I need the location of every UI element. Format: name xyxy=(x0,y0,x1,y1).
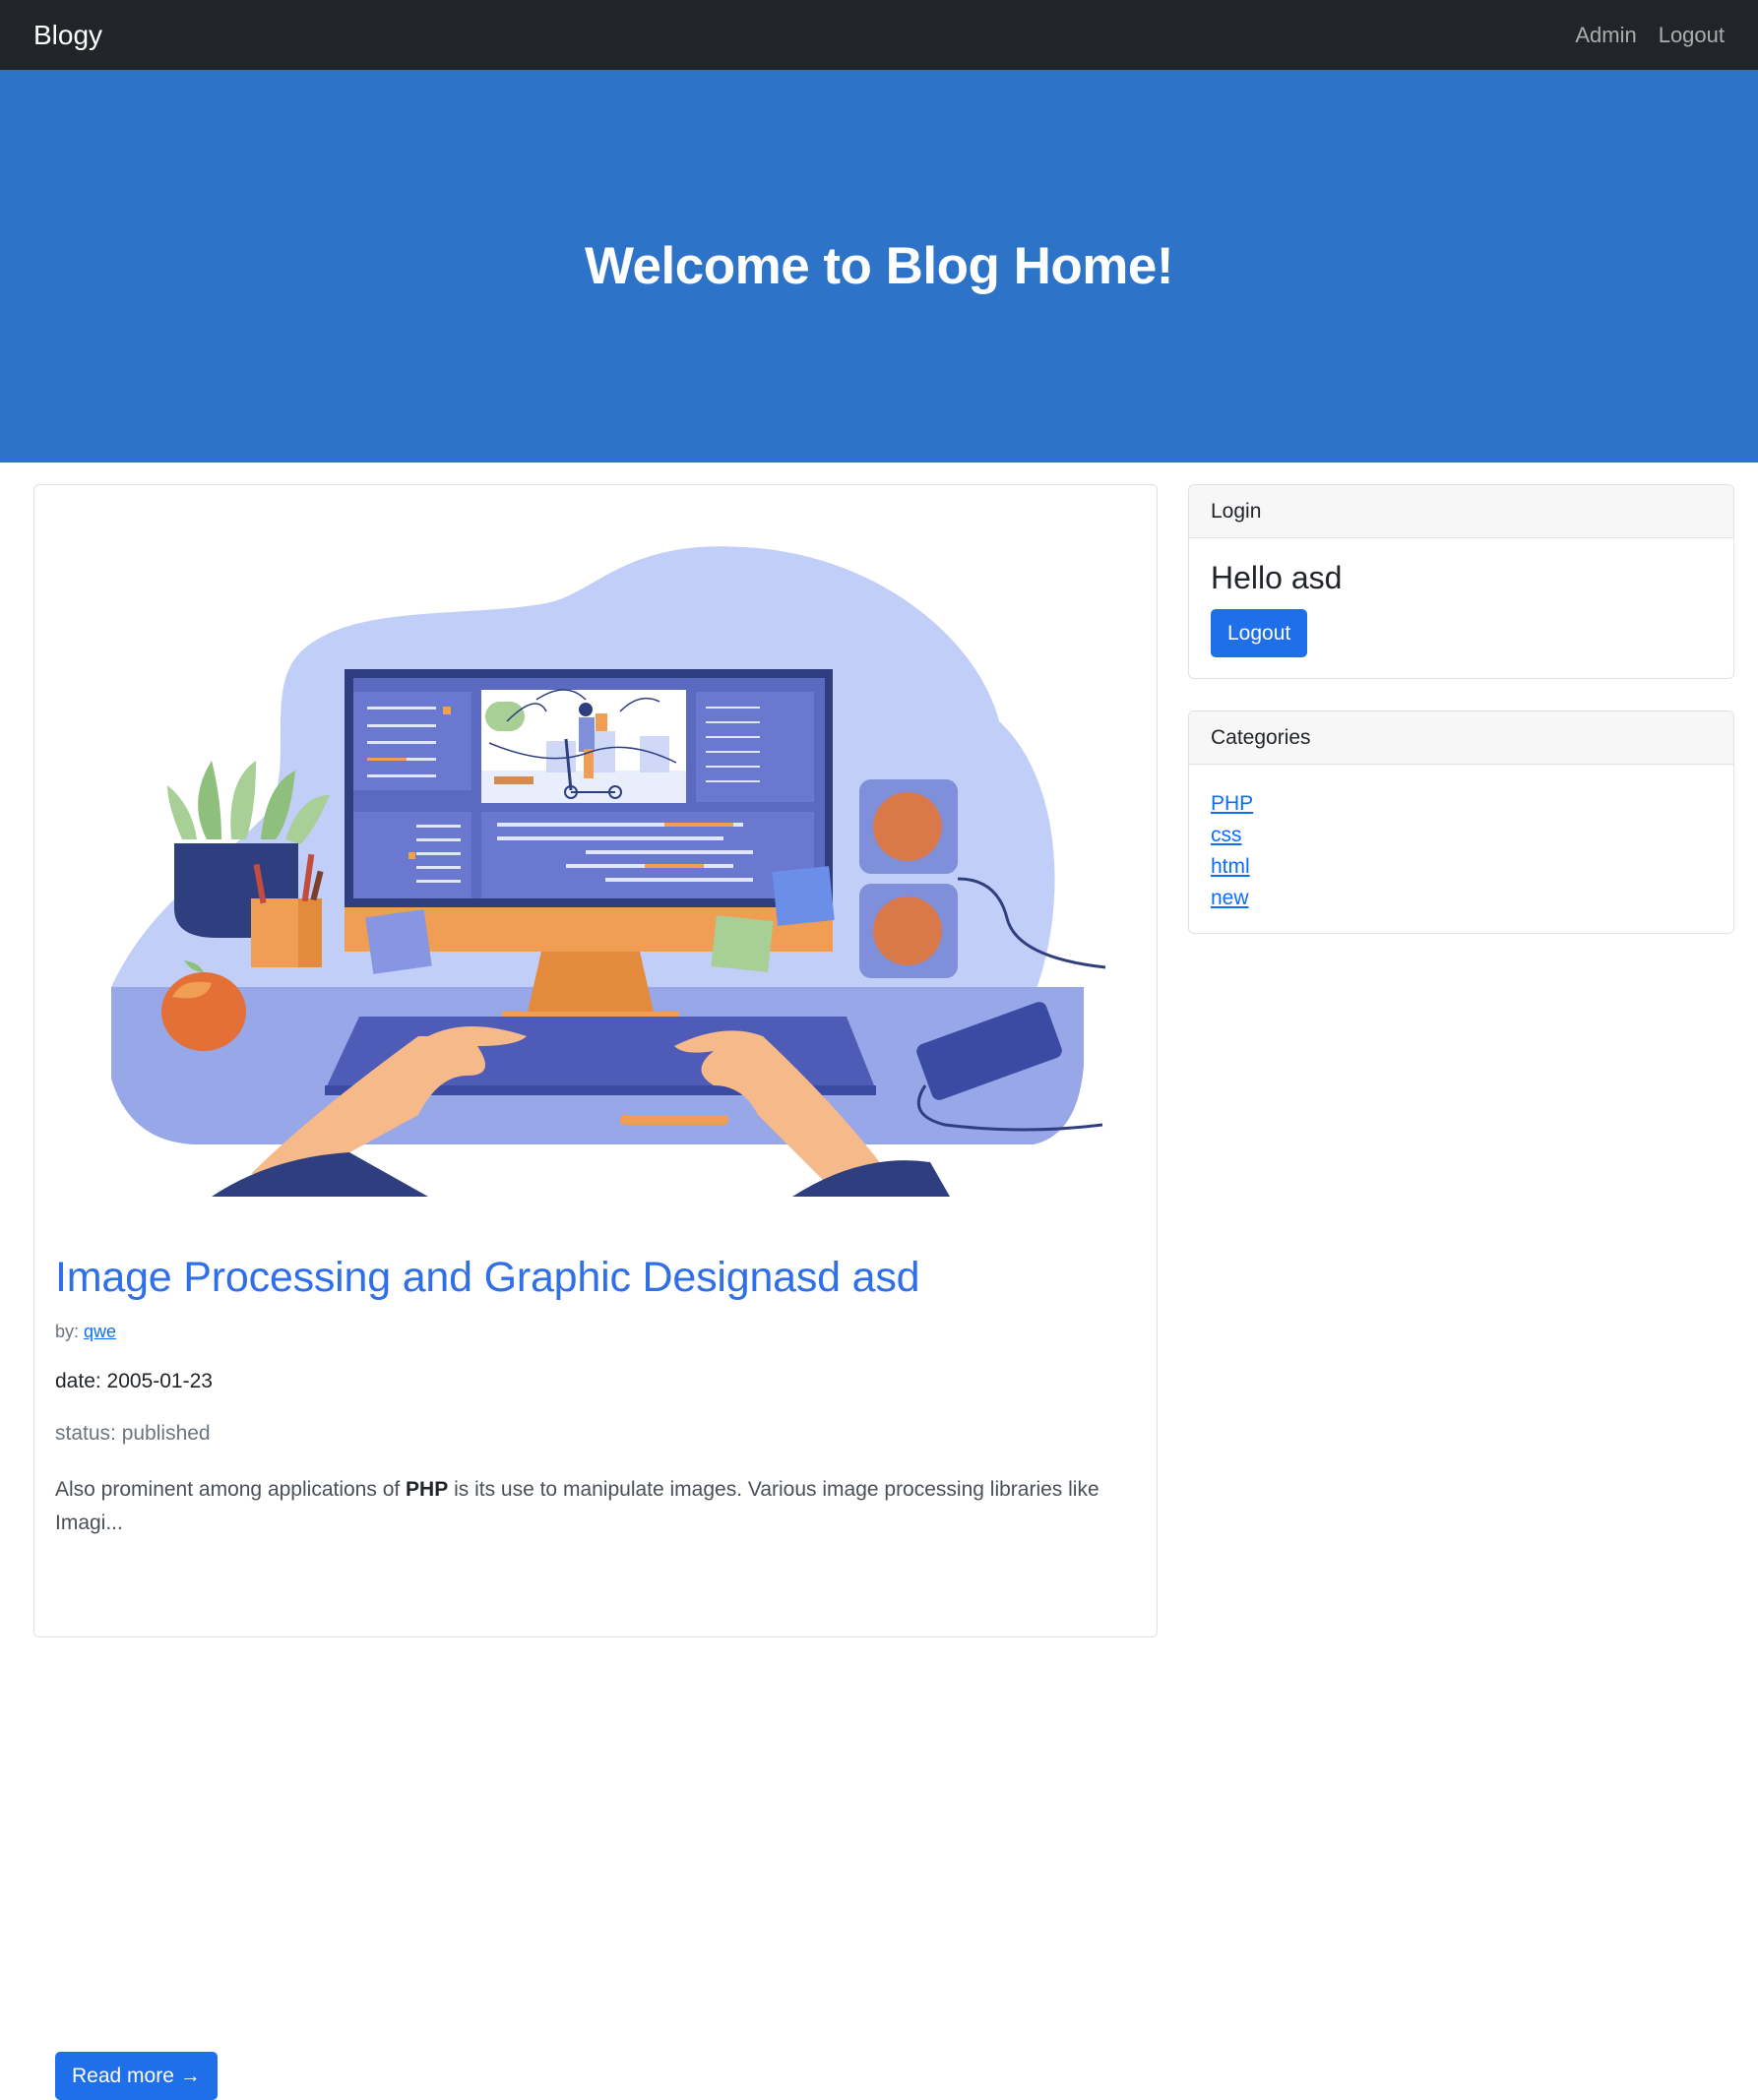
nav-admin-link[interactable]: Admin xyxy=(1575,23,1636,48)
category-item: css xyxy=(1211,820,1253,851)
post-image[interactable] xyxy=(34,485,1157,1197)
top-navbar: Blogy Admin Logout xyxy=(0,0,1758,70)
category-item: new xyxy=(1211,883,1253,914)
excerpt-text-start: Also prominent among applications of xyxy=(55,1478,407,1501)
excerpt-bold-term: PHP xyxy=(406,1478,449,1501)
post-title-link[interactable]: Image Processing and Graphic Designasd a… xyxy=(55,1253,1138,1304)
category-list: PHP css html new xyxy=(1211,788,1253,914)
read-more-button[interactable]: Read more → xyxy=(55,2052,218,2100)
category-item: PHP xyxy=(1211,788,1253,820)
hero-title: Welcome to Blog Home! xyxy=(584,237,1174,295)
category-link-html[interactable]: html xyxy=(1211,855,1250,878)
login-card-header: Login xyxy=(1189,485,1733,538)
category-link-php[interactable]: PHP xyxy=(1211,792,1253,815)
brand-link[interactable]: Blogy xyxy=(33,20,102,51)
hero-banner: Welcome to Blog Home! xyxy=(0,70,1758,463)
category-link-css[interactable]: css xyxy=(1211,824,1242,846)
logout-button[interactable]: Logout xyxy=(1211,609,1308,657)
categories-card-header: Categories xyxy=(1189,711,1733,765)
login-card: Login Hello asd Logout xyxy=(1188,484,1734,679)
greeting-text: Hello asd xyxy=(1211,560,1343,595)
author-link[interactable]: qwe xyxy=(84,1322,116,1341)
post-body: Image Processing and Graphic Designasd a… xyxy=(55,1253,1138,2100)
post-card: Image Processing and Graphic Designasd a… xyxy=(33,484,1158,2100)
nav-links: Admin Logout xyxy=(1575,23,1725,48)
category-link-new[interactable]: new xyxy=(1211,887,1249,909)
nav-logout-link[interactable]: Logout xyxy=(1659,23,1725,48)
category-item: html xyxy=(1211,851,1253,883)
categories-card: Categories PHP css html new xyxy=(1188,710,1734,934)
post-excerpt: Also prominent among applications of PHP… xyxy=(55,1473,1138,1539)
post-author-line: by: qwe xyxy=(55,1322,116,1342)
post-date: date: 2005-01-23 xyxy=(55,1370,213,1392)
author-prefix: by: xyxy=(55,1322,85,1341)
post-status: status: published xyxy=(55,1422,211,1445)
